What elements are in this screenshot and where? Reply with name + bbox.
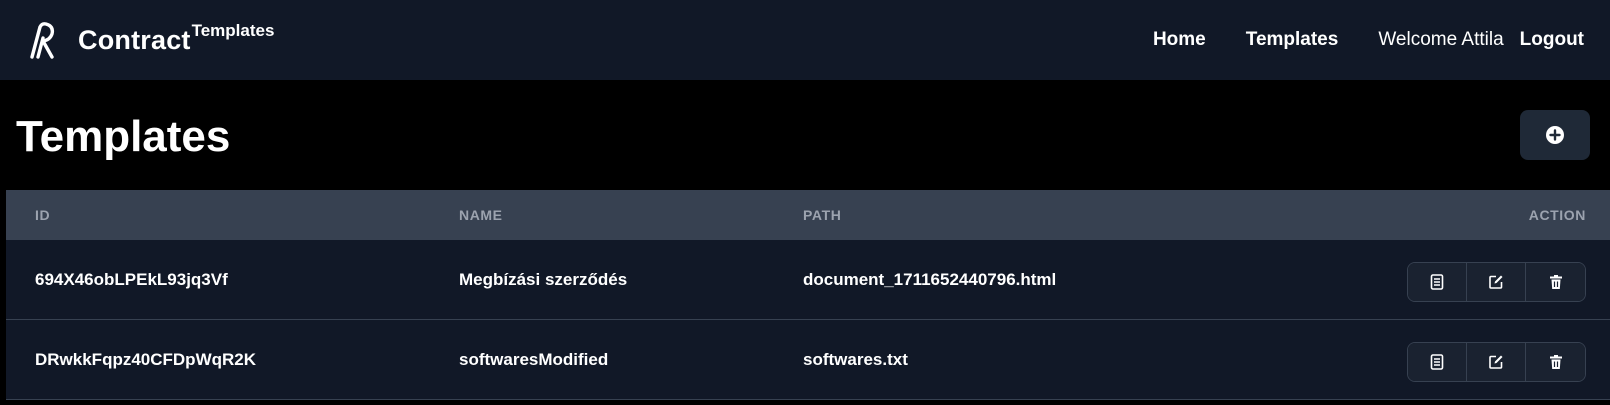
cell-id: 694X46obLPEkL93jq3Vf bbox=[35, 270, 228, 289]
row-actions bbox=[1407, 342, 1586, 382]
nav-link-home[interactable]: Home bbox=[1153, 29, 1206, 51]
row-actions bbox=[1407, 262, 1586, 302]
brand-logo-icon bbox=[30, 22, 55, 59]
cell-path: softwares.txt bbox=[803, 350, 908, 369]
navbar: Contract Templates Home Templates Welcome… bbox=[0, 0, 1610, 80]
cell-name: softwaresModified bbox=[459, 350, 609, 369]
edit-icon bbox=[1489, 355, 1503, 369]
view-button[interactable] bbox=[1408, 263, 1467, 301]
brand[interactable]: Contract Templates bbox=[28, 21, 274, 59]
nav-link-logout[interactable]: Logout bbox=[1520, 29, 1584, 51]
cell-path: document_1711652440796.html bbox=[803, 270, 1057, 289]
brand-name: Contract bbox=[78, 24, 191, 55]
header-id: ID bbox=[35, 207, 51, 223]
templates-table: ID NAME PATH ACTION 694X46obLPEkL93jq3Vf… bbox=[6, 190, 1610, 400]
brand-superscript: Templates bbox=[191, 21, 275, 40]
cell-name: Megbízási szerződés bbox=[459, 270, 628, 289]
table-header: ID NAME PATH ACTION bbox=[6, 190, 1610, 240]
header-name: NAME bbox=[459, 207, 503, 223]
delete-button[interactable] bbox=[1526, 343, 1585, 381]
edit-icon bbox=[1489, 275, 1503, 289]
header-path: PATH bbox=[803, 207, 842, 223]
table-row: DRwkkFqpz40CFDpWqR2K softwaresModified s… bbox=[6, 320, 1610, 400]
edit-button[interactable] bbox=[1467, 263, 1526, 301]
table-row: 694X46obLPEkL93jq3Vf Megbízási szerződés… bbox=[6, 240, 1610, 320]
delete-button[interactable] bbox=[1526, 263, 1585, 301]
add-template-button[interactable] bbox=[1520, 110, 1590, 160]
document-icon bbox=[1430, 354, 1444, 370]
document-icon bbox=[1430, 274, 1444, 290]
nav-links: Home Templates Welcome Attila Logout bbox=[1153, 29, 1584, 51]
trash-icon bbox=[1549, 355, 1562, 369]
edit-button[interactable] bbox=[1467, 343, 1526, 381]
welcome-text: Welcome Attila bbox=[1378, 29, 1504, 50]
header-action: ACTION bbox=[1528, 207, 1586, 223]
trash-icon bbox=[1549, 275, 1562, 289]
page-title: Templates bbox=[16, 112, 231, 161]
nav-link-templates[interactable]: Templates bbox=[1246, 29, 1339, 51]
cell-id: DRwkkFqpz40CFDpWqR2K bbox=[35, 350, 257, 369]
view-button[interactable] bbox=[1408, 343, 1467, 381]
plus-circle-icon bbox=[1546, 126, 1564, 144]
